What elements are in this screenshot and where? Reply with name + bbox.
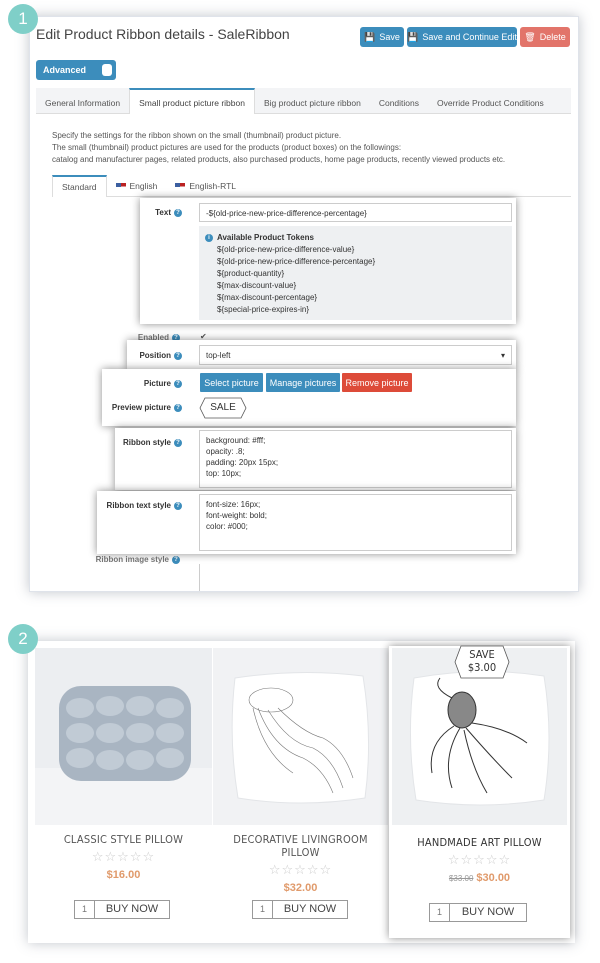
ribbon-text: SAVE $3.00 xyxy=(467,648,497,674)
product-name[interactable]: CLASSIC STYLE PILLOW xyxy=(35,833,212,846)
toggle-knob xyxy=(102,64,112,76)
rating-stars-icon: ☆☆☆☆☆ xyxy=(447,852,512,867)
picture-card: Picture? Select picture Manage pictures … xyxy=(102,369,516,426)
picture-label: Picture? xyxy=(102,379,182,388)
help-icon: ? xyxy=(174,403,182,412)
product-card-3: HANDMADE ART PILLOW ☆☆☆☆☆ $33.00 $30.00 xyxy=(392,836,567,884)
help-icon: ? xyxy=(174,379,182,388)
ribbon-image-style-label: Ribbon image style? xyxy=(70,555,180,564)
lang-tab-standard[interactable]: Standard xyxy=(52,175,107,197)
help-icon: ? xyxy=(174,351,182,360)
text-label: Text? xyxy=(140,208,182,217)
trash-icon: 🗑 xyxy=(524,31,536,42)
ribbon-text-style-label: Ribbon text style? xyxy=(97,501,182,510)
buy-now-control[interactable]: 1 BUY NOW xyxy=(74,900,170,919)
ribbon-style-card: Ribbon style? background: #fff; opacity:… xyxy=(115,428,516,490)
buy-now-control[interactable]: 1 BUY NOW xyxy=(252,900,348,919)
step-badge-1: 1 xyxy=(8,4,38,34)
help-icon: ? xyxy=(174,208,182,217)
product-name[interactable]: HANDMADE ART PILLOW xyxy=(392,836,567,849)
buy-now-button[interactable]: BUY NOW xyxy=(450,904,526,921)
quantity-input[interactable]: 1 xyxy=(253,901,273,918)
token-item[interactable]: ${old-price-new-price-difference-percent… xyxy=(205,256,506,268)
tab-description: Specify the settings for the ribbon show… xyxy=(52,131,506,164)
product-card-1: CLASSIC STYLE PILLOW ☆☆☆☆☆ $16.00 xyxy=(35,833,212,881)
floppy-icon: 💾 xyxy=(407,31,419,42)
text-field-card: Text? -${old-price-new-price-difference-… xyxy=(140,198,516,324)
token-item[interactable]: ${max-discount-value} xyxy=(205,280,506,292)
product-tokens-box: i Available Product Tokens ${old-price-ne… xyxy=(199,226,512,320)
position-card: Position? top-left ▾ xyxy=(127,340,516,370)
position-select[interactable]: top-left ▾ xyxy=(199,345,512,365)
ribbon-text-style-textarea[interactable]: font-size: 16px; font-weight: bold; colo… xyxy=(199,494,512,551)
product-image[interactable] xyxy=(35,648,212,825)
dropdown-arrow-icon: ▾ xyxy=(500,351,505,360)
page-title: Edit Product Ribbon details - SaleRibbon xyxy=(36,26,290,42)
lang-tab-english[interactable]: English xyxy=(107,175,167,197)
product-card-2: DECORATIVE LIVINGROOM PILLOW ☆☆☆☆☆ $32.0… xyxy=(213,833,388,894)
main-tabs: General Information Small product pictur… xyxy=(36,88,553,114)
product-grid-panel: CLASSIC STYLE PILLOW ☆☆☆☆☆ $16.00 1 BUY N… xyxy=(28,641,575,943)
remove-picture-button[interactable]: Remove picture xyxy=(342,373,412,392)
manage-pictures-button[interactable]: Manage pictures xyxy=(266,373,340,392)
help-icon: ? xyxy=(174,501,182,510)
product-name[interactable]: DECORATIVE LIVINGROOM PILLOW xyxy=(213,833,388,859)
buy-now-button[interactable]: BUY NOW xyxy=(95,901,169,918)
tab-general-information[interactable]: General Information xyxy=(36,88,129,114)
product-price: $16.00 xyxy=(106,869,141,881)
buy-now-button[interactable]: BUY NOW xyxy=(273,901,347,918)
language-tabs: Standard English English-RTL xyxy=(52,175,245,197)
text-input[interactable]: -${old-price-new-price-difference-percen… xyxy=(199,203,512,222)
save-continue-button[interactable]: 💾 Save and Continue Edit xyxy=(407,27,517,47)
us-flag-icon xyxy=(115,182,126,190)
product-price: $32.00 xyxy=(283,882,318,894)
tab-override-conditions[interactable]: Override Product Conditions xyxy=(428,88,553,114)
advanced-toggle[interactable]: Advanced xyxy=(36,60,116,80)
preview-picture-label: Preview picture? xyxy=(102,403,182,412)
buy-now-control[interactable]: 1 BUY NOW xyxy=(429,903,527,922)
delete-button[interactable]: 🗑 Delete xyxy=(520,27,570,47)
info-icon: i xyxy=(205,234,213,242)
help-icon: ? xyxy=(174,438,182,447)
quantity-input[interactable]: 1 xyxy=(430,904,450,921)
position-label: Position? xyxy=(127,351,182,360)
token-item[interactable]: ${max-discount-percentage} xyxy=(205,292,506,304)
floppy-icon: 💾 xyxy=(364,31,376,42)
tab-big-picture-ribbon[interactable]: Big product picture ribbon xyxy=(255,88,370,114)
sale-preview-text: SALE xyxy=(210,402,236,413)
help-icon: ? xyxy=(172,555,180,564)
old-price: $33.00 xyxy=(448,874,474,883)
product-image[interactable] xyxy=(213,648,388,825)
rating-stars-icon: ☆☆☆☆☆ xyxy=(268,862,333,877)
tab-small-picture-ribbon[interactable]: Small product picture ribbon xyxy=(129,88,255,114)
ribbon-style-label: Ribbon style? xyxy=(115,438,182,447)
lang-tab-english-rtl[interactable]: English-RTL xyxy=(166,175,245,197)
token-item[interactable]: ${old-price-new-price-difference-value} xyxy=(205,244,506,256)
tab-conditions[interactable]: Conditions xyxy=(370,88,428,114)
token-item[interactable]: ${special-price-expires-in} xyxy=(205,304,506,316)
save-button[interactable]: 💾 Save xyxy=(360,27,404,47)
token-item[interactable]: ${product-quantity} xyxy=(205,268,506,280)
step-badge-2: 2 xyxy=(8,624,38,654)
ribbon-style-textarea[interactable]: background: #fff; opacity: .8; padding: … xyxy=(199,430,512,488)
us-flag-icon xyxy=(175,182,186,190)
ribbon-text-style-card: Ribbon text style? font-size: 16px; font… xyxy=(97,491,516,554)
product-price: $30.00 xyxy=(476,872,511,884)
select-picture-button[interactable]: Select picture xyxy=(200,373,263,392)
rating-stars-icon: ☆☆☆☆☆ xyxy=(91,849,156,864)
quantity-input[interactable]: 1 xyxy=(75,901,95,918)
